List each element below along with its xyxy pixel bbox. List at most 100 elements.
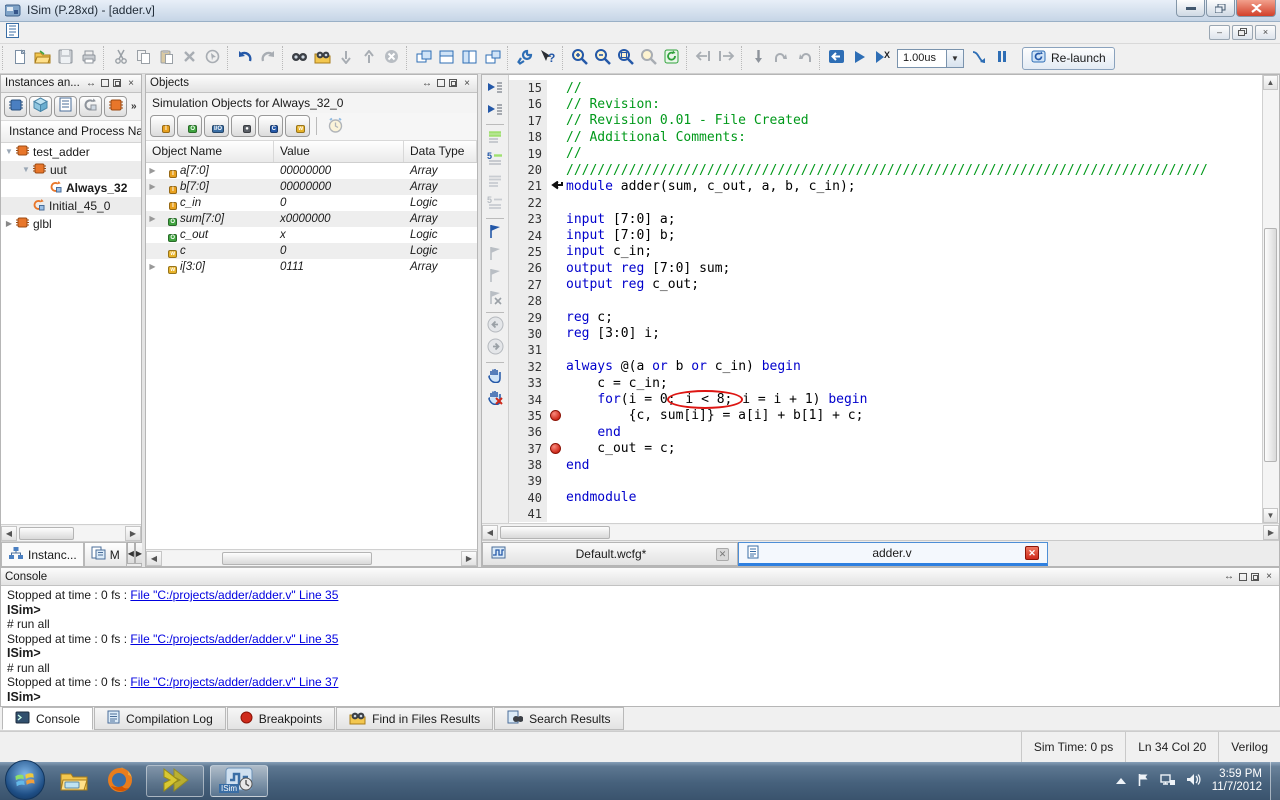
chip-blue-button[interactable] [4, 95, 27, 117]
open-folder-button[interactable] [31, 47, 54, 70]
line-marker-gutter[interactable] [547, 293, 564, 309]
current-line-marker[interactable] [547, 178, 564, 194]
line-marker-gutter[interactable] [547, 227, 564, 243]
run-for-time-button[interactable]: X [871, 47, 894, 70]
toggle-breakpoint-button[interactable] [747, 47, 770, 70]
minimize-button[interactable] [1176, 0, 1205, 17]
line-marker-gutter[interactable] [547, 424, 564, 440]
line-number[interactable]: 38 [509, 456, 547, 474]
line-number[interactable]: 24 [509, 227, 547, 244]
line-number[interactable]: 30 [509, 325, 547, 343]
editor-vscrollbar[interactable]: ▲ ▼ [1262, 74, 1279, 524]
process-reload-button[interactable] [79, 95, 102, 117]
dock-icon[interactable] [1251, 572, 1259, 581]
help-pointer-button[interactable]: ? [536, 47, 559, 70]
restore-button[interactable] [1206, 0, 1235, 17]
editor-hscrollbar[interactable]: ◀ ▶ [482, 523, 1279, 541]
tab-close-button[interactable]: ✕ [716, 547, 729, 561]
object-row[interactable]: ▶ Osum[7:0] x0000000 Array [146, 210, 477, 227]
tree-item-glbl[interactable]: ▶ glbl [1, 215, 141, 233]
cut-button[interactable] [109, 47, 132, 70]
refresh-button[interactable] [660, 47, 683, 70]
row-expander[interactable]: ▶ [146, 182, 159, 191]
run-button[interactable] [848, 47, 871, 70]
tree-item-test_adder[interactable]: ▼ test_adder [1, 143, 141, 161]
step-button[interactable] [967, 47, 990, 70]
close-panel-icon[interactable]: × [461, 78, 473, 89]
line-marker-gutter[interactable] [547, 391, 564, 407]
line-marker-gutter[interactable] [547, 195, 564, 211]
line-marker-gutter[interactable] [547, 211, 564, 227]
line-marker-gutter[interactable] [547, 162, 564, 178]
line-marker-gutter[interactable] [547, 490, 564, 506]
line-marker-gutter[interactable] [547, 375, 564, 391]
line-marker-gutter[interactable] [547, 244, 564, 260]
filter-inout-button[interactable]: I/O [204, 115, 229, 138]
copy-button[interactable] [132, 47, 155, 70]
goto-source-button[interactable] [692, 47, 715, 70]
col-value[interactable]: Value [274, 140, 404, 162]
sim-time-combo[interactable]: 1.00us ▼ [897, 48, 964, 68]
find-in-files-button[interactable] [311, 47, 334, 70]
objects-hscrollbar[interactable]: ◀ ▶ [146, 549, 477, 567]
line-marker-gutter[interactable] [547, 440, 564, 456]
tree-expander[interactable]: ▼ [3, 147, 15, 156]
taskbar-button-firefox[interactable] [103, 766, 137, 796]
taskbar-clock[interactable]: 3:59 PM 11/7/2012 [1212, 768, 1266, 794]
maximize-icon[interactable] [437, 79, 445, 88]
line-number[interactable]: 20 [509, 161, 547, 179]
cascade-button[interactable] [412, 47, 435, 70]
tab-close-button[interactable]: ✕ [1025, 546, 1039, 561]
select-button[interactable] [201, 47, 224, 70]
line-number[interactable]: 37 [509, 440, 547, 457]
line-marker-gutter[interactable] [547, 145, 564, 161]
console-file-link[interactable]: File "C:/projects/adder/adder.v" Line 35 [130, 632, 338, 646]
tab-find-in-files-results[interactable]: Find in Files Results [336, 707, 494, 731]
tray-network-button[interactable] [1159, 773, 1176, 789]
maximize-icon[interactable] [1239, 572, 1247, 581]
panel-tab-m[interactable]: M [83, 542, 127, 567]
mdi-restore-button[interactable] [1232, 24, 1253, 40]
dock-icon[interactable] [113, 79, 121, 88]
line-marker-gutter[interactable] [547, 96, 564, 112]
line-marker-gutter[interactable] [547, 326, 564, 342]
indent-right-button[interactable] [484, 100, 506, 121]
row-expander[interactable]: ▶ [146, 214, 159, 223]
line-number[interactable]: 40 [509, 489, 547, 507]
line-number[interactable]: 28 [509, 292, 547, 310]
stop-button[interactable] [380, 47, 403, 70]
line-marker-gutter[interactable] [547, 473, 564, 489]
document-icon[interactable] [6, 23, 19, 41]
zoom-in-button[interactable] [568, 47, 591, 70]
filter-input-button[interactable]: I [150, 115, 175, 138]
line-number[interactable]: 15 [509, 79, 547, 97]
object-row[interactable]: ▶ Ia[7:0] 00000000 Array [146, 163, 477, 179]
line-number[interactable]: 32 [509, 358, 547, 375]
breakpoint-marker[interactable] [550, 443, 561, 455]
mdi-close-button[interactable]: × [1255, 24, 1276, 40]
line-number[interactable]: 31 [509, 342, 547, 359]
line-marker-gutter[interactable] [547, 457, 564, 473]
line-number[interactable]: 16 [509, 96, 547, 113]
line-number[interactable]: 17 [509, 112, 547, 130]
redo-button[interactable] [256, 47, 279, 70]
editor-tab-default-wcfg-[interactable]: Default.wcfg* ✕ [482, 542, 738, 567]
col-object-name[interactable]: Object Name [146, 140, 274, 162]
line-marker-gutter[interactable] [547, 342, 564, 358]
editor-tab-adder-v[interactable]: adder.v ✕ [738, 542, 1048, 567]
tray-flag-button[interactable] [1137, 773, 1150, 790]
line-number[interactable]: 25 [509, 243, 547, 261]
line-number[interactable]: 18 [509, 129, 547, 146]
line-marker-gutter[interactable] [547, 359, 564, 375]
bookmark-next-button[interactable] [484, 244, 506, 265]
find-button[interactable] [288, 47, 311, 70]
pause-button[interactable] [990, 47, 1013, 70]
line-number[interactable]: 21 [509, 178, 547, 195]
instances-hscrollbar[interactable]: ◀ ▶ [1, 524, 141, 542]
line-number[interactable]: 22 [509, 194, 547, 212]
line-marker-gutter[interactable] [547, 260, 564, 276]
close-button[interactable] [1236, 0, 1276, 17]
show-desktop-button[interactable] [1270, 762, 1280, 800]
row-expander[interactable]: ▶ [146, 166, 159, 175]
line-marker-gutter[interactable] [547, 277, 564, 293]
